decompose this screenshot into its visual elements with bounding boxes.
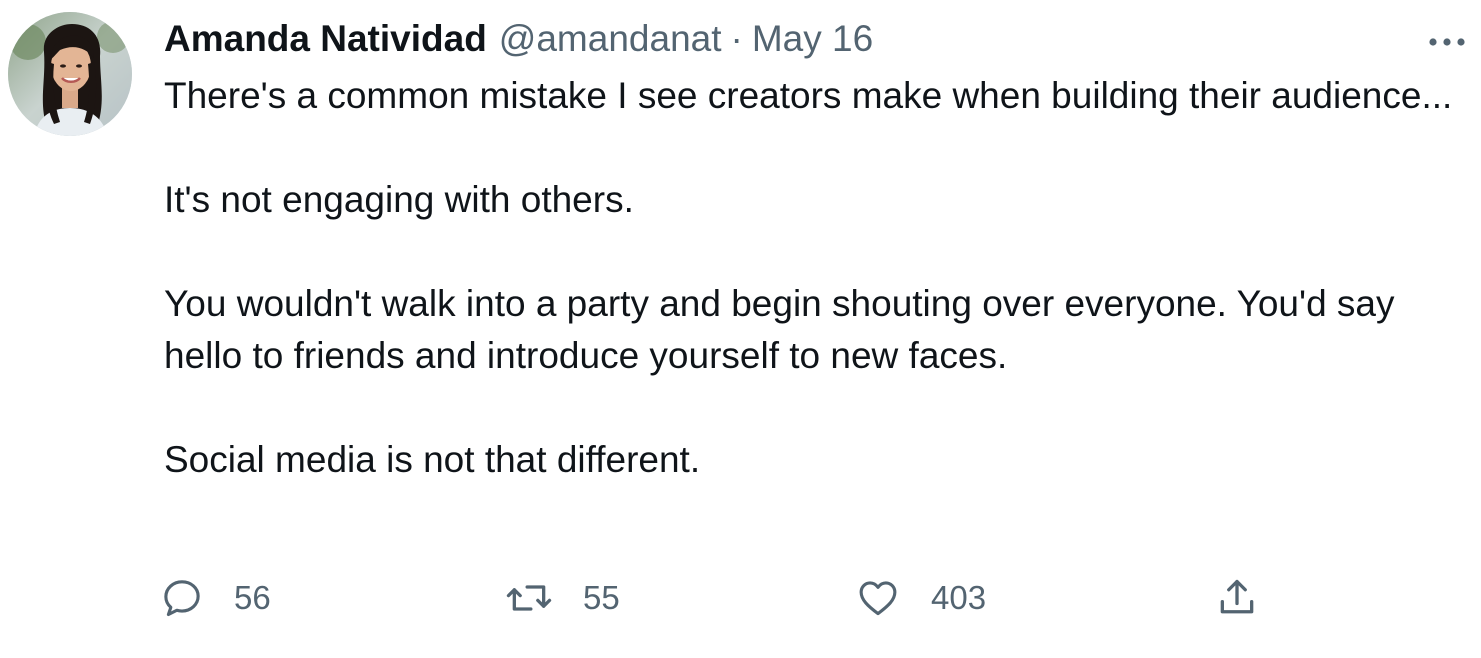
tweet-body: There's a common mistake I see creators … bbox=[164, 70, 1474, 486]
more-horizontal-icon bbox=[1429, 38, 1465, 46]
tweet-header: Amanda Natividad @amandanat · May 16 bbox=[164, 14, 873, 64]
like-button[interactable]: 403 bbox=[855, 566, 986, 630]
tweet-date[interactable]: May 16 bbox=[752, 14, 873, 64]
share-icon bbox=[1220, 579, 1254, 614]
retweet-button[interactable]: 55 bbox=[505, 566, 620, 630]
retweet-count: 55 bbox=[583, 579, 620, 616]
tweet-paragraph: You wouldn't walk into a party and begin… bbox=[164, 283, 1405, 376]
avatar[interactable] bbox=[8, 12, 132, 136]
tweet-paragraph: It's not engaging with others. bbox=[164, 179, 634, 220]
share-button[interactable] bbox=[1215, 566, 1259, 630]
tweet-paragraph: There's a common mistake I see creators … bbox=[164, 75, 1453, 116]
like-count: 403 bbox=[931, 579, 987, 616]
header-separator: · bbox=[730, 18, 743, 59]
tweet-actions: 56 55 403 bbox=[160, 566, 1280, 630]
reply-icon bbox=[164, 580, 200, 617]
author-display-name[interactable]: Amanda Natividad bbox=[164, 14, 487, 64]
retweet-icon bbox=[506, 585, 552, 611]
reply-button[interactable]: 56 bbox=[160, 566, 271, 630]
more-options-button[interactable] bbox=[1421, 24, 1473, 60]
reply-count: 56 bbox=[234, 579, 271, 616]
tweet-paragraph: Social media is not that different. bbox=[164, 439, 701, 480]
author-handle[interactable]: @amandanat bbox=[499, 14, 722, 64]
profile-photo bbox=[8, 12, 132, 136]
heart-icon bbox=[859, 581, 897, 616]
tweet-card[interactable]: Amanda Natividad @amandanat · May 16 The… bbox=[0, 0, 1481, 658]
